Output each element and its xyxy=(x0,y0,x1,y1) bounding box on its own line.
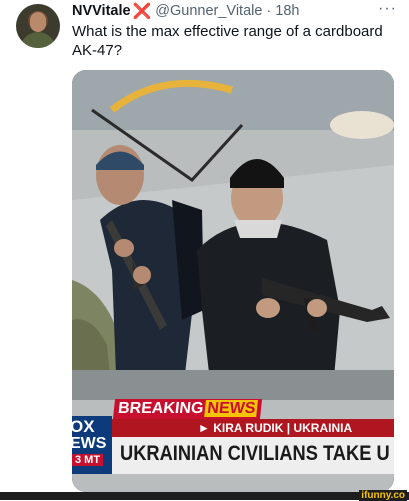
cross-mark-icon: ❌ xyxy=(132,3,152,20)
more-options-icon[interactable]: ··· xyxy=(378,0,397,18)
ifunny-watermark: ifunny.co xyxy=(359,490,407,501)
avatar-shoulders xyxy=(20,32,56,48)
headline-text: UKRAINIAN CIVILIANS TAKE U xyxy=(120,442,390,465)
tweet-text: What is the max effective range of a car… xyxy=(72,23,383,59)
breaking-label: BREAKING xyxy=(117,400,205,417)
avatar[interactable] xyxy=(16,4,60,48)
timestamp[interactable]: 18h xyxy=(275,3,299,19)
avatar-face xyxy=(30,12,46,32)
user-handle[interactable]: @Gunner_Vitale xyxy=(155,3,262,19)
display-name[interactable]: NVVitale xyxy=(72,3,131,19)
news-label: NEWS xyxy=(204,400,259,417)
tweet-header: NVVitale ❌ @Gunner_Vitale · 18h xyxy=(72,2,399,20)
separator-dot: · xyxy=(266,3,272,19)
fox-news-logo: OX EWS 3 MT xyxy=(72,416,112,474)
headline-bar: UKRAINIAN CIVILIANS TAKE U xyxy=(112,437,394,474)
breaking-news-banner: BREAKING NEWS xyxy=(112,399,263,419)
logo-line-2: EWS xyxy=(72,435,107,452)
news-ticker: OX EWS 3 MT BREAKING NEWS ► KIRA RUDIK | … xyxy=(72,398,394,492)
tweet-media[interactable]: OX EWS 3 MT BREAKING NEWS ► KIRA RUDIK | … xyxy=(72,70,394,492)
logo-line-1: OX xyxy=(72,417,95,436)
logo-line-3: 3 MT xyxy=(72,454,104,466)
footer-bar xyxy=(0,492,409,500)
reporter-subline: ► KIRA RUDIK | UKRAINIA xyxy=(112,419,394,437)
